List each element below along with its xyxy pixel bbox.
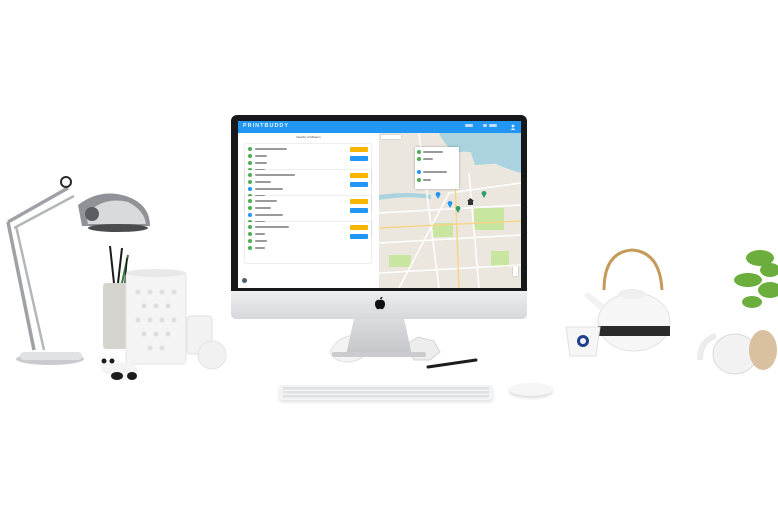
keyboard-keys: [283, 387, 489, 398]
popup-line: [423, 171, 447, 173]
map-info-popup: [415, 147, 459, 189]
card-title-line: [255, 174, 295, 176]
popup-line: [423, 151, 443, 153]
home-marker-icon[interactable]: [467, 198, 474, 205]
card-action-button-blue[interactable]: [350, 156, 368, 161]
card-title-line: [255, 226, 289, 228]
card-detail-line: [255, 207, 271, 209]
header-link[interactable]: [489, 124, 497, 127]
app-screen: PRINTBUDDY Nearby of Mission: [238, 121, 521, 288]
zoom-control[interactable]: [513, 266, 518, 276]
card-detail-line: [255, 233, 265, 235]
user-icon[interactable]: [510, 124, 516, 130]
card-detail-line: [255, 188, 283, 190]
list-title: Nearby of Mission: [296, 135, 321, 139]
status-icon: [417, 157, 421, 161]
apple-icon: [375, 296, 385, 310]
map-pin-icon[interactable]: [481, 190, 487, 198]
card-detail-line: [255, 162, 267, 164]
card-detail-line: [255, 181, 271, 183]
potted-plant: [734, 250, 778, 308]
pen: [426, 358, 478, 369]
status-icon: [248, 154, 252, 158]
header-link[interactable]: [483, 124, 487, 127]
card-detail-line: [255, 247, 265, 249]
card-action-button-blue[interactable]: [350, 208, 368, 213]
settings-fab[interactable]: [242, 278, 247, 283]
status-icon: [248, 246, 252, 250]
imac-foot: [332, 352, 426, 357]
card-action-button-yellow[interactable]: [350, 173, 368, 178]
map-type-toggle[interactable]: [381, 135, 401, 139]
card-detail-line: [255, 155, 267, 157]
card-action-button-yellow[interactable]: [350, 225, 368, 230]
map-view[interactable]: [379, 133, 521, 288]
card-title-line: [255, 148, 287, 150]
map-pin-icon[interactable]: [447, 200, 453, 208]
status-icon: [248, 213, 252, 217]
map-pin-icon[interactable]: [455, 205, 461, 213]
printer-card[interactable]: [245, 222, 371, 263]
status-icon: [248, 199, 252, 203]
mouse: [509, 383, 553, 396]
card-action-button-blue[interactable]: [350, 234, 368, 239]
status-icon: [248, 161, 252, 165]
card-detail-line: [255, 214, 283, 216]
app-header: PRINTBUDDY: [238, 121, 521, 133]
blue-pattern-cup: [565, 326, 601, 357]
card-title-line: [255, 200, 277, 202]
headphones: [697, 330, 777, 375]
keyboard: [279, 385, 493, 400]
white-ball: [197, 340, 227, 370]
status-icon: [417, 178, 421, 182]
status-icon: [248, 225, 252, 229]
lace-vase: [125, 269, 187, 365]
status-icon: [417, 170, 421, 174]
status-icon: [248, 206, 252, 210]
status-icon: [248, 173, 252, 177]
status-icon: [248, 239, 252, 243]
popup-line: [423, 158, 433, 160]
status-icon: [248, 180, 252, 184]
card-action-button-yellow[interactable]: [350, 199, 368, 204]
status-icon: [248, 232, 252, 236]
card-action-button-yellow[interactable]: [350, 147, 368, 152]
status-icon: [248, 187, 252, 191]
pencil-cup: [103, 245, 129, 349]
status-icon: [248, 147, 252, 151]
status-icon: [417, 150, 421, 154]
card-detail-line: [255, 240, 267, 242]
app-brand: PRINTBUDDY: [243, 123, 290, 129]
card-action-button-blue[interactable]: [350, 182, 368, 187]
popup-line: [423, 179, 431, 181]
imac-stand: [346, 319, 412, 355]
map-pin-icon[interactable]: [435, 191, 441, 199]
header-link[interactable]: [465, 124, 473, 127]
